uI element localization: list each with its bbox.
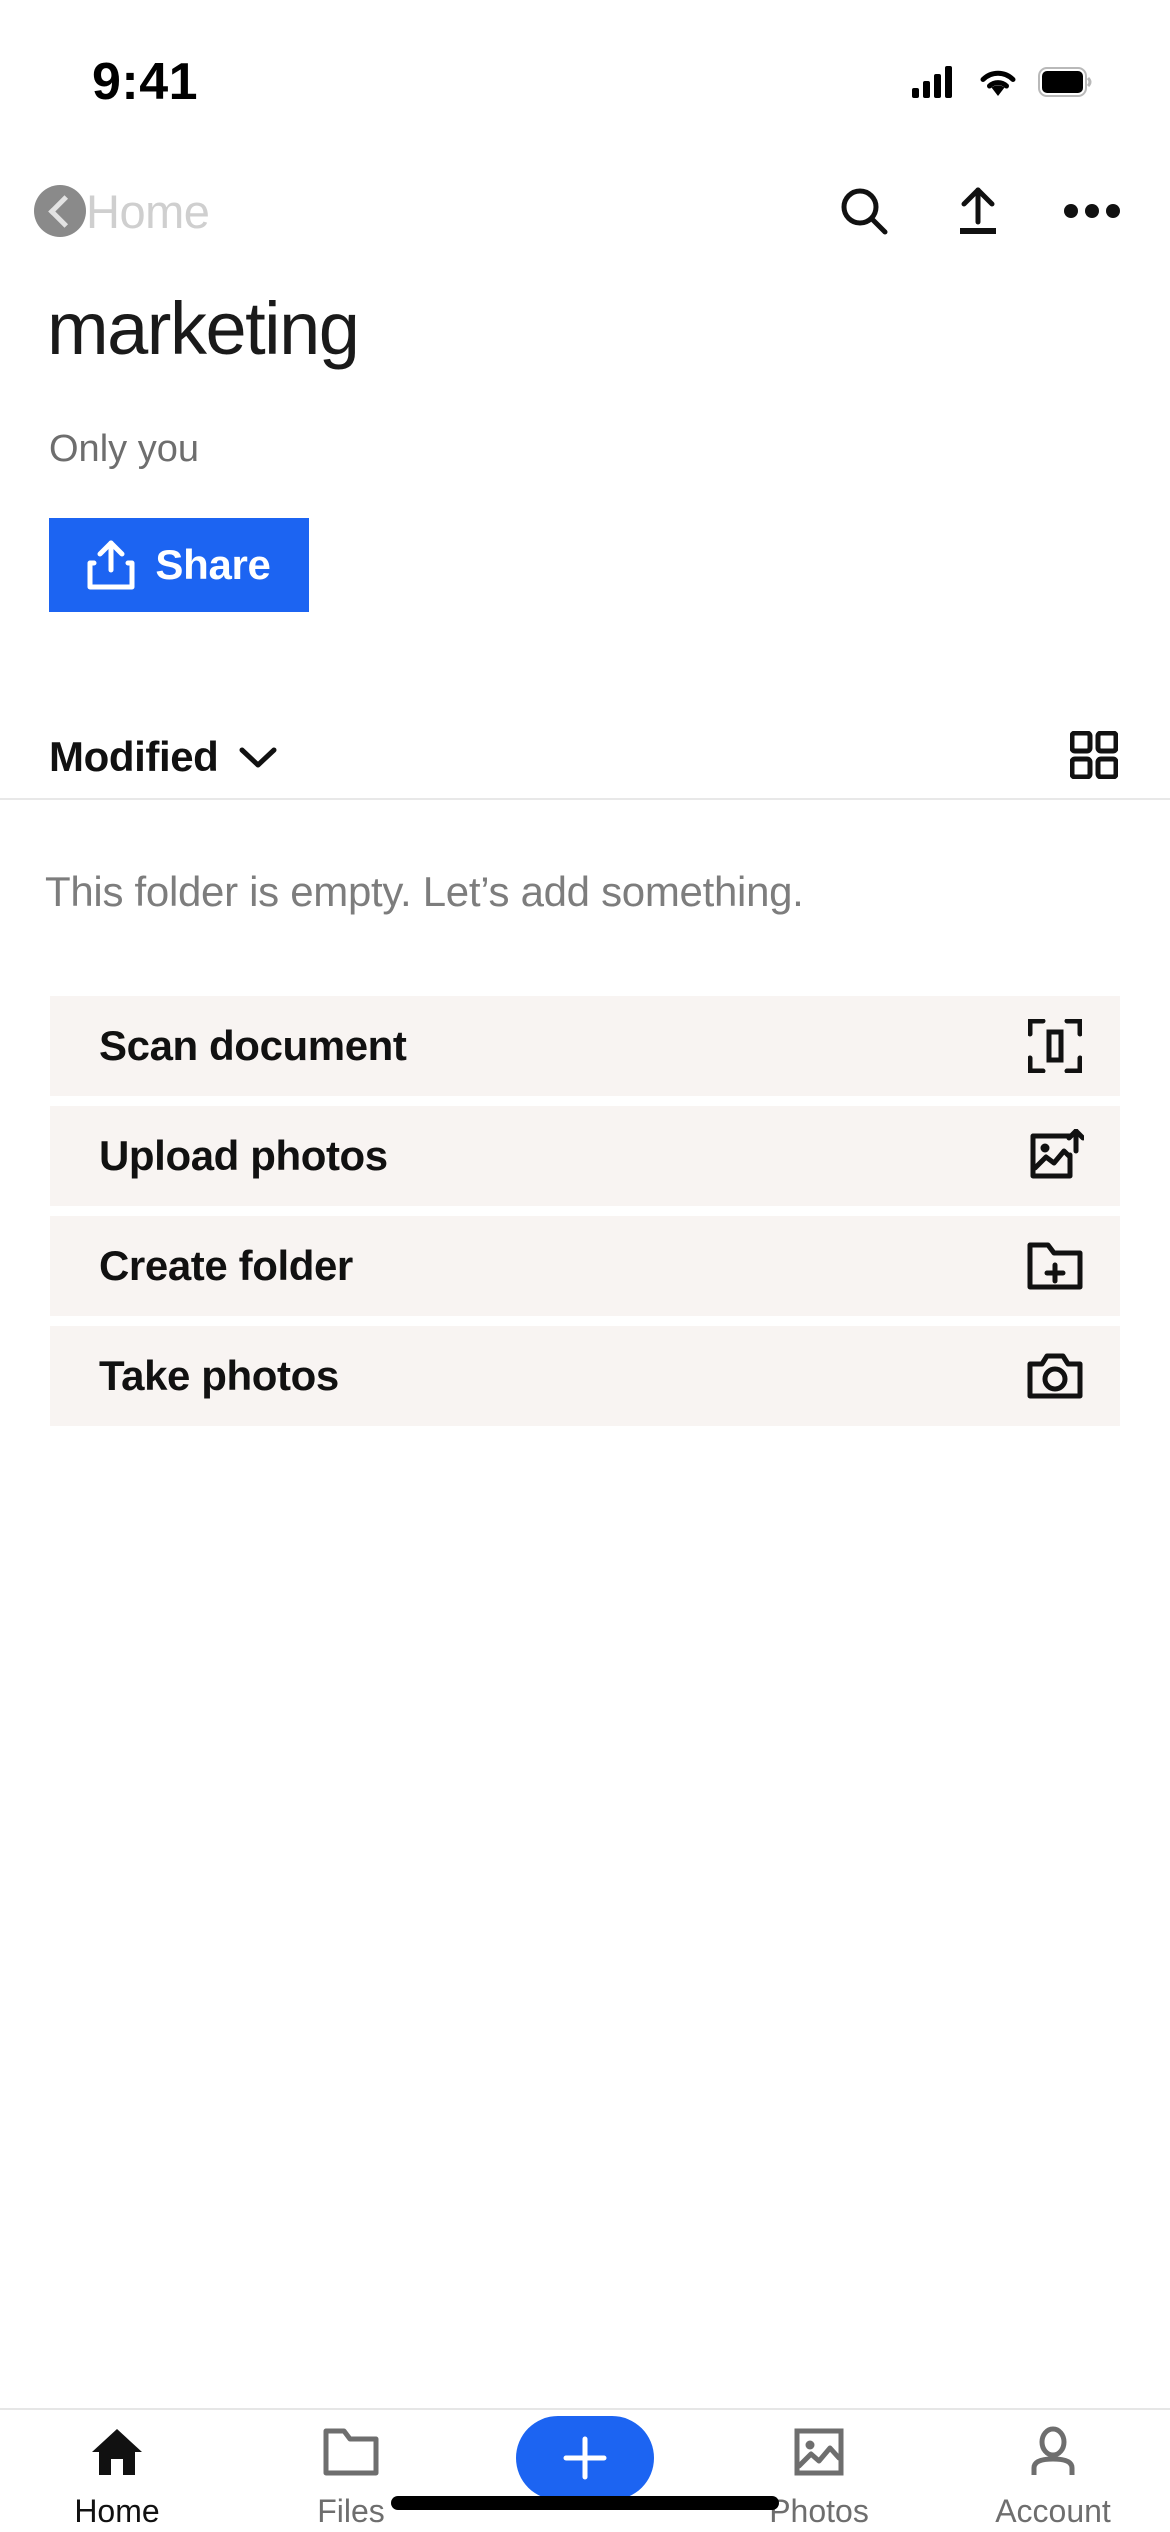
sort-dropdown[interactable]: Modified	[49, 733, 278, 781]
back-button-label: Home	[86, 184, 210, 238]
folder-plus-icon	[1026, 1237, 1084, 1295]
cellular-signal-icon	[912, 66, 952, 98]
grid-view-icon[interactable]	[1069, 730, 1119, 784]
status-bar: 9:41	[0, 0, 1170, 150]
scan-document-icon	[1026, 1017, 1084, 1075]
action-label: Upload photos	[99, 1132, 388, 1179]
action-upload-photos[interactable]: Upload photos	[50, 1106, 1120, 1206]
tab-home[interactable]: Home	[0, 2410, 234, 2530]
section-divider	[0, 798, 1170, 800]
wifi-icon	[980, 70, 1016, 96]
plus-icon	[563, 2436, 607, 2480]
empty-state-message: This folder is empty. Let’s add somethin…	[45, 868, 804, 915]
bottom-tab-bar: Home Files Photos Account	[0, 2408, 1170, 2532]
back-button[interactable]: Home	[34, 184, 210, 238]
battery-icon	[1038, 67, 1092, 97]
tab-label: Account	[995, 2493, 1111, 2529]
action-create-folder[interactable]: Create folder	[50, 1216, 1120, 1316]
upload-icon[interactable]	[950, 183, 1006, 239]
search-icon[interactable]	[836, 183, 892, 239]
share-button[interactable]: Share	[49, 518, 309, 612]
home-indicator	[391, 2496, 779, 2510]
page-title: marketing	[47, 287, 360, 370]
action-label: Scan document	[99, 1022, 407, 1069]
home-icon	[89, 2424, 145, 2480]
sort-label: Modified	[49, 733, 219, 780]
navigation-bar: Home	[0, 170, 1170, 252]
nav-actions	[836, 183, 1120, 239]
action-label: Take photos	[99, 1352, 339, 1399]
tab-files[interactable]: Files	[234, 2410, 468, 2530]
account-icon	[1027, 2424, 1079, 2480]
create-fab-container	[468, 2410, 702, 2500]
status-icons	[912, 66, 1092, 98]
action-scan-document[interactable]: Scan document	[50, 996, 1120, 1096]
share-export-icon	[87, 540, 135, 590]
tab-label: Files	[317, 2493, 385, 2529]
photos-icon	[792, 2424, 846, 2480]
action-list: Scan document Upload photos Create folde…	[50, 996, 1120, 1436]
sort-bar: Modified	[0, 715, 1170, 799]
action-take-photos[interactable]: Take photos	[50, 1326, 1120, 1426]
folder-visibility-label: Only you	[49, 428, 199, 470]
action-label: Create folder	[99, 1242, 353, 1289]
tab-label: Home	[74, 2493, 160, 2529]
camera-icon	[1026, 1347, 1084, 1405]
share-button-label: Share	[155, 541, 271, 588]
tab-photos[interactable]: Photos	[702, 2410, 936, 2530]
folder-icon	[323, 2424, 379, 2480]
create-fab-button[interactable]	[516, 2416, 654, 2500]
image-upload-icon	[1026, 1127, 1084, 1185]
app-screen: 9:41 Home marketing Only you Share Modif…	[0, 0, 1170, 2532]
status-time: 9:41	[92, 53, 199, 111]
tab-account[interactable]: Account	[936, 2410, 1170, 2530]
tab-label: Photos	[769, 2493, 869, 2529]
chevron-left-icon	[34, 185, 86, 237]
more-horizontal-icon[interactable]	[1064, 183, 1120, 239]
chevron-down-icon	[239, 747, 277, 768]
